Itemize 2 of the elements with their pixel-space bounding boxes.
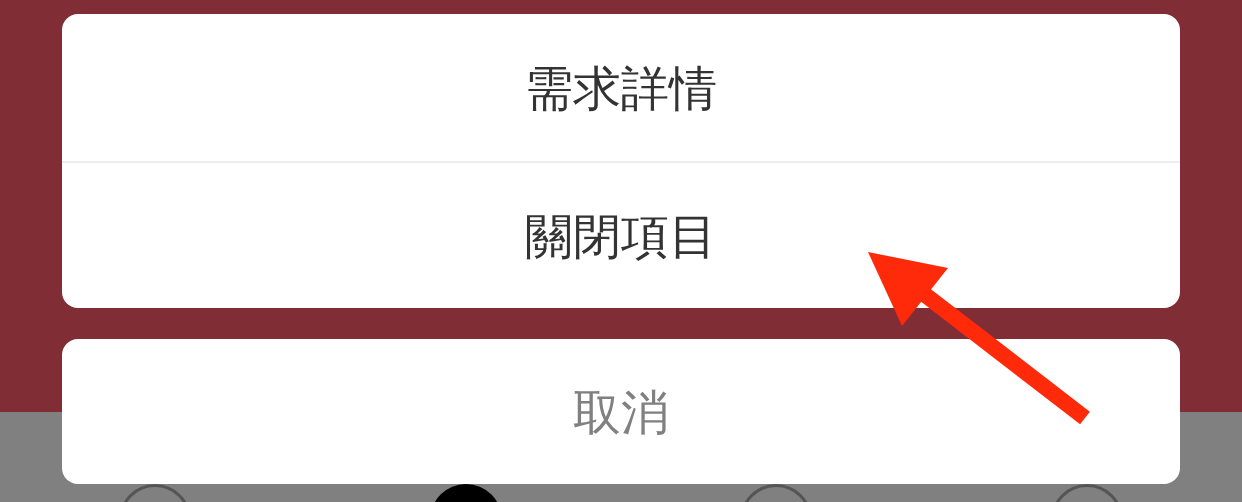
cancel-button[interactable]: 取消 bbox=[62, 339, 1180, 484]
option-item[interactable]: 需求詳情 bbox=[62, 14, 1180, 161]
